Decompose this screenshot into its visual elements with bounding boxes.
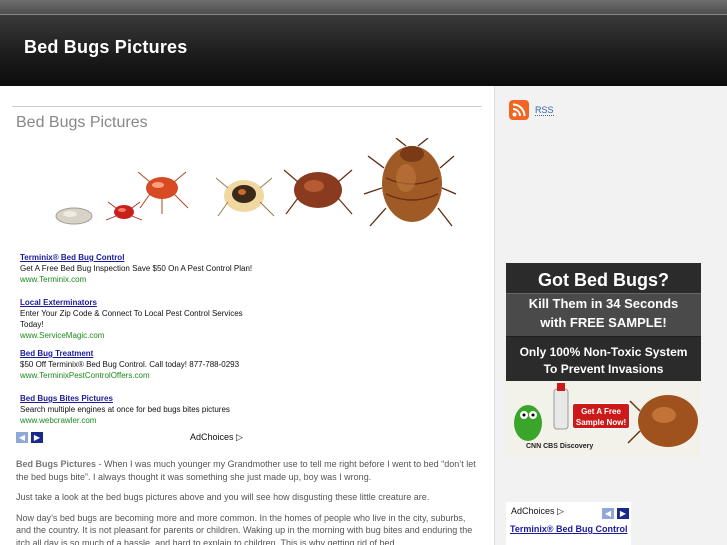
promo-media-logos: CNN CBS Discovery	[526, 443, 594, 450]
ad-prev-icon[interactable]: ◀	[16, 432, 28, 443]
ad-description: Enter Your Zip Code & Connect To Local P…	[20, 309, 243, 329]
ad-url-link[interactable]: www.ServiceMagic.com	[20, 330, 256, 341]
promo-tagline: Only 100% Non-Toxic System	[519, 345, 688, 359]
sidebar: RSS Got Bed Bugs? Kill Them in 34 Second…	[494, 86, 727, 545]
promo-headline: Got Bed Bugs?	[538, 270, 669, 290]
main-content: Bed Bugs Pictures Terminix® Bed Bug Cont…	[0, 86, 494, 545]
ad-description: $50 Off Terminix® Bed Bug Control. Call …	[20, 360, 240, 369]
rss-icon[interactable]	[509, 100, 529, 120]
promo-subline: with FREE SAMPLE!	[540, 315, 667, 330]
adchoices-label: AdChoices	[511, 506, 555, 516]
ad-url-link[interactable]: www.webcrawler.com	[20, 415, 256, 426]
promo-banner-ad[interactable]: Got Bed Bugs? Kill Them in 34 Seconds wi…	[506, 263, 701, 458]
article-paragraph: Just take a look at the bed bugs picture…	[16, 492, 430, 502]
ad-title-link[interactable]: Bed Bug Treatment	[20, 348, 256, 359]
ad-item: Bed Bugs Bites Pictures Search multiple …	[20, 393, 256, 426]
top-strip	[0, 0, 727, 14]
rss-link[interactable]: RSS	[535, 105, 554, 116]
ad-next-icon[interactable]: ▶	[31, 432, 43, 443]
ad-item: Bed Bug Treatment $50 Off Terminix® Bed …	[20, 348, 256, 381]
ad-title-link[interactable]: Local Exterminators	[20, 297, 256, 308]
adchoices-link[interactable]: AdChoices ▷	[190, 432, 243, 443]
sidebar-text-ad: AdChoices ▷ ◀ ▶ Terminix® Bed Bug Contro…	[506, 502, 631, 545]
ad-title-link[interactable]: Bed Bugs Bites Pictures	[20, 393, 256, 404]
bed-bug-life-stages-image	[55, 138, 456, 227]
ad-item: Local Exterminators Enter Your Zip Code …	[20, 297, 256, 341]
adchoices-link[interactable]: AdChoices ▷	[511, 506, 564, 517]
ad-navigation: ◀ ▶ AdChoices ▷	[16, 432, 246, 444]
adchoices-label: AdChoices	[190, 432, 234, 442]
promo-subline: Kill Them in 34 Seconds	[528, 296, 679, 311]
promo-tagline: To Prevent Invasions	[543, 362, 664, 376]
adchoices-icon: ▷	[557, 506, 564, 516]
ad-title-link[interactable]: Terminix® Bed Bug Control	[510, 523, 630, 535]
promo-cta-button[interactable]: Get A Free Sample Now!	[572, 403, 630, 429]
article-paragraph: Bed Bugs Pictures - When I was much youn…	[16, 458, 482, 483]
ad-url-link[interactable]: www.TerminixPestControlOffers.com	[20, 370, 256, 381]
ad-prev-icon[interactable]: ◀	[602, 508, 614, 519]
article-lead: Bed Bugs Pictures	[16, 459, 97, 469]
ad-title-link[interactable]: Terminix® Bed Bug Control	[20, 252, 256, 263]
ad-description: Search multiple engines at once for bed …	[20, 405, 230, 414]
adchoices-icon: ▷	[236, 432, 243, 442]
site-header: Bed Bugs Pictures	[0, 14, 727, 86]
ad-next-icon[interactable]: ▶	[617, 508, 629, 519]
article-body: Bed Bugs Pictures - When I was much youn…	[16, 458, 482, 545]
ad-item: Terminix® Bed Bug Control Get A Free Bed…	[20, 252, 256, 285]
article-paragraph: Now day’s bed bugs are becoming more and…	[16, 512, 473, 545]
page-title: Bed Bugs Pictures	[16, 114, 148, 131]
ad-url-link[interactable]: www.Terminix.com	[20, 274, 256, 285]
content-divider	[12, 106, 482, 107]
site-title-link[interactable]: Bed Bugs Pictures	[24, 37, 187, 58]
ad-description: Get A Free Bed Bug Inspection Save $50 O…	[20, 264, 253, 273]
